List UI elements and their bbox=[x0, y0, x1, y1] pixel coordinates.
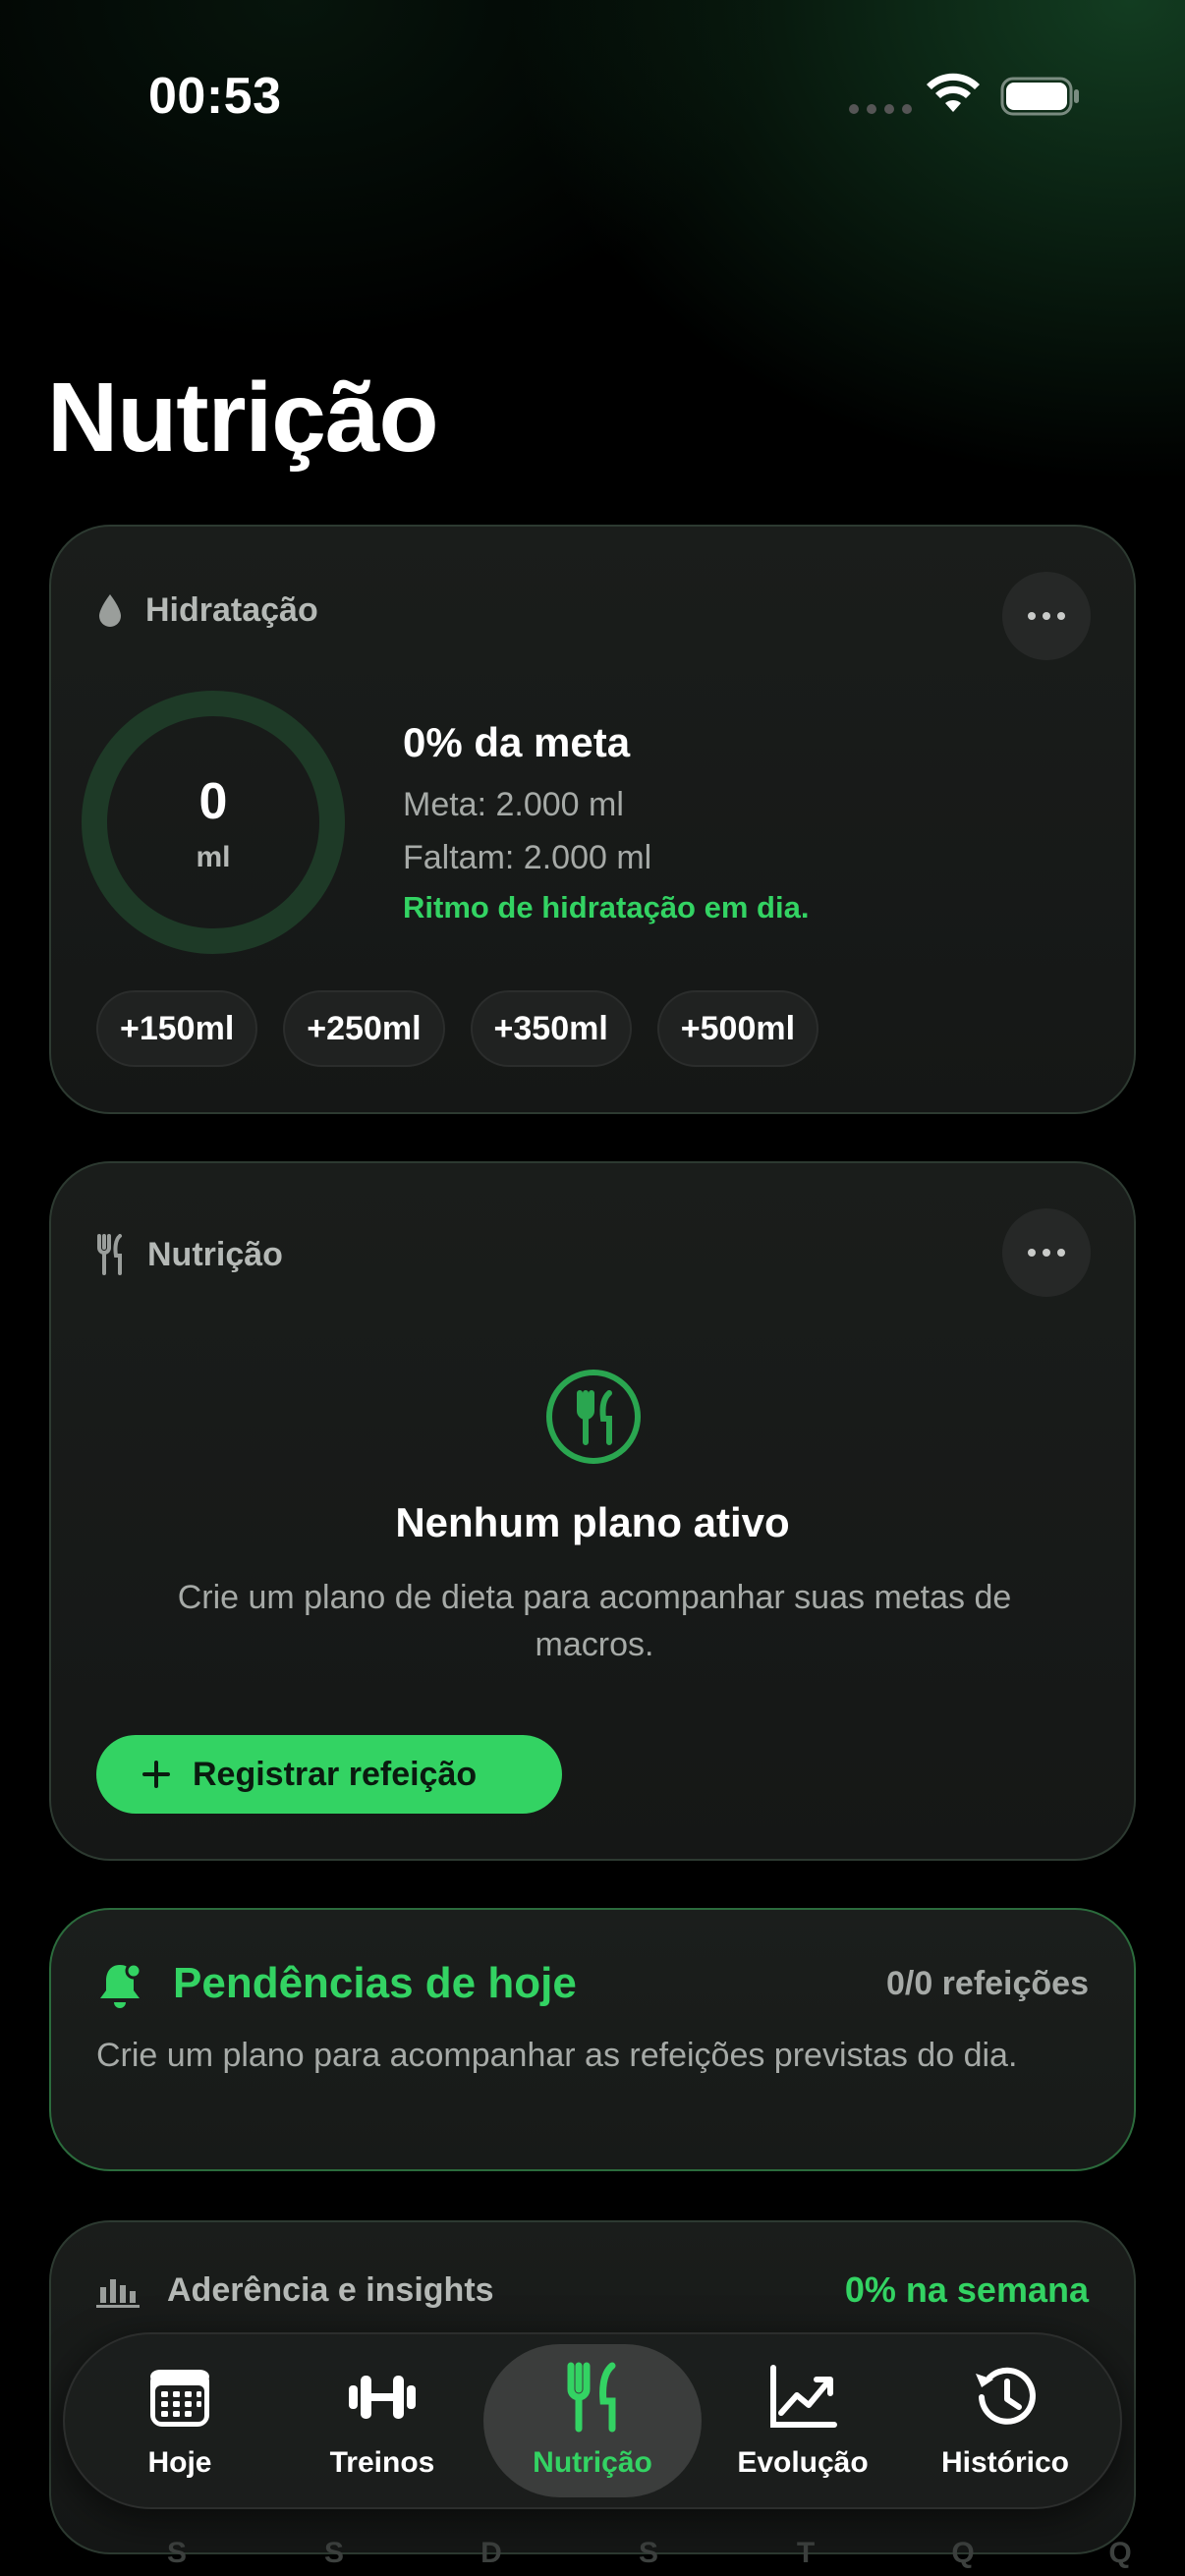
hydration-goal: Meta: 2.000 ml bbox=[403, 786, 624, 823]
tab-label: Evolução bbox=[737, 2446, 869, 2479]
bar-chart-icon bbox=[96, 2279, 140, 2308]
fork-knife-small-icon bbox=[97, 1234, 122, 1275]
pending-count: 0/0 refeições bbox=[885, 1965, 1089, 2002]
tab-label: Treinos bbox=[329, 2446, 435, 2479]
empty-state-title: Nenhum plano ativo bbox=[395, 1499, 790, 1545]
tab-historico[interactable]: Histórico bbox=[904, 2344, 1106, 2497]
tab-evolucao[interactable]: Evolução bbox=[702, 2344, 904, 2497]
adherence-days: S S D S T Q Q bbox=[157, 2537, 1140, 2570]
tab-label: Nutrição bbox=[533, 2446, 652, 2479]
quick-add-250-button[interactable]: +250ml bbox=[283, 990, 445, 1067]
hydration-ring-unit: ml bbox=[196, 841, 231, 873]
day-label: Q bbox=[951, 2537, 975, 2569]
quick-add-row: +150ml +250ml +350ml +500ml bbox=[96, 990, 819, 1067]
hydration-card: Hidratação 0 ml 0% da meta Meta: 2.000 m… bbox=[49, 525, 1136, 1114]
nutrition-header: Nutrição bbox=[96, 1234, 283, 1275]
chart-line-icon bbox=[770, 2365, 837, 2428]
adherence-week-value: 0% na semana bbox=[844, 2269, 1089, 2310]
adherence-title: Aderência e insights bbox=[167, 2271, 494, 2309]
tab-label: Hoje bbox=[147, 2446, 212, 2479]
nutrition-card: Nutrição Nenhum plano ativo Crie um plan… bbox=[49, 1161, 1136, 1861]
day-label: S bbox=[638, 2537, 658, 2569]
register-meal-label: Registrar refeição bbox=[193, 1755, 478, 1793]
tab-treinos[interactable]: Treinos bbox=[281, 2344, 483, 2497]
pending-text: Crie um plano para acompanhar as refeiçõ… bbox=[96, 2037, 1018, 2074]
fork-knife-icon bbox=[546, 1370, 641, 1464]
quick-add-150-button[interactable]: +150ml bbox=[96, 990, 258, 1067]
tab-label: Histórico bbox=[940, 2446, 1070, 2479]
status-time: 00:53 bbox=[148, 68, 282, 125]
tab-bar: Hoje Treinos Nutrição Evolução Histórico bbox=[63, 2332, 1122, 2509]
bell-icon bbox=[100, 1962, 142, 2008]
day-label: T bbox=[796, 2537, 816, 2569]
history-icon bbox=[976, 2367, 1036, 2425]
nutrition-more-button[interactable] bbox=[1002, 1208, 1091, 1297]
wifi-icon bbox=[927, 73, 980, 112]
day-label: S bbox=[166, 2537, 187, 2569]
tab-hoje[interactable]: Hoje bbox=[79, 2344, 281, 2497]
battery-icon bbox=[1000, 77, 1079, 116]
empty-state-text: Crie um plano de dieta para acompanhar s… bbox=[177, 1579, 1012, 1663]
hydration-header: Hidratação bbox=[96, 591, 318, 630]
hydration-remaining: Faltam: 2.000 ml bbox=[403, 839, 652, 876]
cellular-signal-icon bbox=[849, 104, 912, 114]
quick-add-500-button[interactable]: +500ml bbox=[656, 990, 819, 1067]
day-label: Q bbox=[1108, 2537, 1132, 2569]
dumbbell-icon bbox=[349, 2376, 416, 2419]
hydration-status: Ritmo de hidratação em dia. bbox=[403, 890, 810, 924]
pending-card[interactable]: Pendências de hoje 0/0 refeições Crie um… bbox=[49, 1908, 1136, 2171]
calendar-icon bbox=[150, 2370, 209, 2427]
hydration-more-button[interactable] bbox=[1002, 572, 1091, 660]
page-title: Nutrição bbox=[47, 363, 439, 473]
quick-add-350-button[interactable]: +350ml bbox=[470, 990, 632, 1067]
pending-title: Pendências de hoje bbox=[173, 1959, 577, 2007]
hydration-label: Hidratação bbox=[145, 591, 318, 629]
status-bar: 00:53 bbox=[0, 0, 1185, 196]
day-label: D bbox=[480, 2537, 502, 2569]
fork-knife-icon bbox=[567, 2362, 616, 2433]
register-meal-button[interactable]: Registrar refeição bbox=[96, 1735, 562, 1814]
hydration-percent: 0% da meta bbox=[403, 719, 631, 765]
day-label: S bbox=[323, 2537, 344, 2569]
tab-nutricao[interactable]: Nutrição bbox=[483, 2344, 702, 2497]
hydration-ring-value: 0 bbox=[198, 773, 228, 830]
nutrition-label: Nutrição bbox=[147, 1235, 283, 1273]
plus-icon bbox=[142, 1761, 170, 1788]
water-drop-icon bbox=[99, 593, 121, 627]
